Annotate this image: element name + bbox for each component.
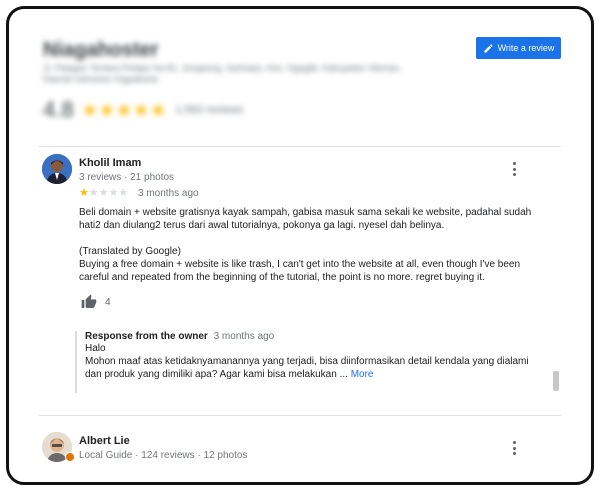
review-text: Beli domain + website gratisnya kayak sa… (79, 207, 532, 231)
review-actions-icon[interactable] (509, 162, 519, 176)
review-count: 1,583 reviews (175, 104, 244, 116)
owner-response-more-link[interactable]: More (351, 369, 374, 380)
overall-rating-value: 4.8 (43, 97, 74, 122)
overall-rating-row: 4.8 ★★★★★ 1,583 reviews (43, 97, 243, 123)
translated-label: (Translated by Google) (79, 246, 181, 257)
review-translation: Buying a free domain + website is like t… (79, 259, 521, 283)
business-address: Jl. Palagan Tentara Pelajar No.81, Jongk… (43, 63, 402, 84)
local-guide-label: Local Guide (79, 450, 133, 461)
owner-response-title: Response from the owner (85, 331, 208, 342)
write-review-button[interactable]: Write a review (476, 37, 561, 59)
write-review-label: Write a review (497, 43, 555, 53)
review-actions-icon-2[interactable] (509, 441, 519, 455)
response-scrollbar[interactable] (553, 371, 559, 391)
overall-rating-stars: ★★★★★ (81, 99, 168, 120)
owner-response-body: Mohon maaf atas ketidaknyamanannya yang … (85, 356, 529, 380)
business-name: Niagahoster (43, 39, 159, 61)
reviewer-name-2[interactable]: Albert Lie (79, 435, 130, 447)
like-button[interactable]: 4 (81, 294, 111, 310)
owner-response: Response from the owner 3 months ago Hal… (75, 331, 545, 393)
reviewer-meta-counts: · 124 reviews · 12 photos (135, 450, 248, 461)
reviewer-meta[interactable]: 3 reviews · 21 photos (79, 172, 174, 183)
local-guide-badge-icon (65, 452, 75, 462)
owner-response-greeting: Halo (85, 343, 106, 354)
review-rating-stars: ★★★★★ (79, 187, 129, 199)
like-count: 4 (105, 296, 111, 308)
reviewer-meta-2[interactable]: Local Guide · 124 reviews · 12 photos (79, 450, 247, 461)
reviewer-avatar[interactable] (42, 154, 72, 184)
reviewer-photo-icon (42, 154, 72, 184)
owner-response-header: Response from the owner 3 months ago (85, 331, 545, 342)
section-divider (39, 146, 561, 147)
screenshot-frame: Niagahoster Jl. Palagan Tentara Pelajar … (6, 6, 594, 485)
owner-response-time: 3 months ago (213, 331, 275, 342)
review-time: 3 months ago (138, 188, 199, 199)
owner-response-text: Mohon maaf atas ketidaknyamanannya yang … (85, 355, 545, 381)
reviewer-name[interactable]: Kholil Imam (79, 157, 141, 169)
thumbs-up-icon (81, 294, 97, 308)
pencil-icon (483, 43, 493, 53)
review-divider (39, 415, 561, 416)
